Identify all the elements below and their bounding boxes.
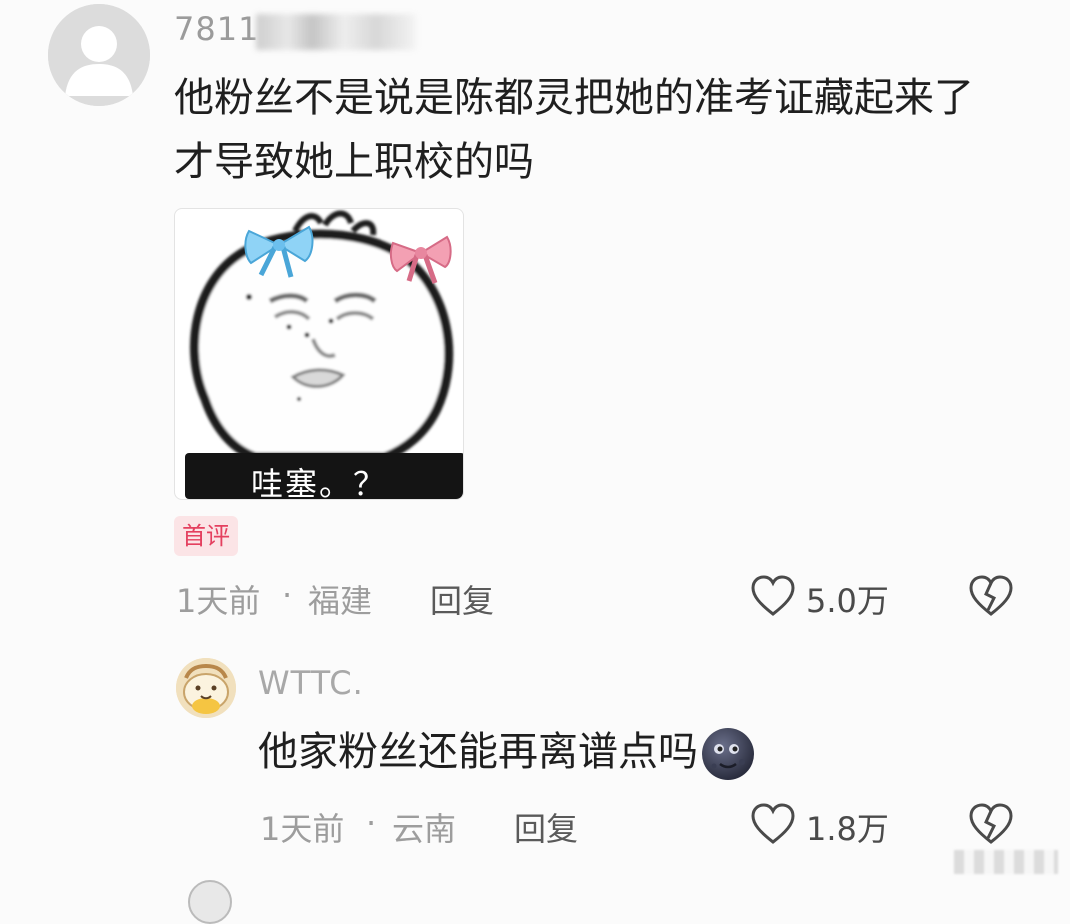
comment-text: 他家粉丝还能再离谱点吗 <box>258 722 756 782</box>
like-count: 5.0万 <box>806 582 889 620</box>
meta-separator: · <box>366 804 377 842</box>
meme-caption: 哇塞。？ <box>250 465 387 500</box>
dislike-button[interactable] <box>968 574 1014 618</box>
username-blur-mask <box>256 14 416 50</box>
meme-image[interactable]: 哇塞。？ <box>174 208 464 500</box>
comment-location: 福建 <box>308 582 373 620</box>
default-avatar-icon <box>48 4 150 106</box>
username[interactable]: WTTC. <box>258 664 364 702</box>
comment-text: 他粉丝不是说是陈都灵把她的准考证藏起来了才导致她上职校的吗 <box>174 75 974 185</box>
like-button[interactable] <box>750 802 796 846</box>
heart-outline-icon <box>751 575 795 616</box>
heart-outline-icon <box>751 803 795 844</box>
avatar[interactable] <box>48 4 150 106</box>
comment-time: 1天前 <box>176 582 261 620</box>
reply-button[interactable]: 回复 <box>430 576 494 622</box>
comment-location: 云南 <box>392 810 457 848</box>
like-count: 1.8万 <box>806 810 889 848</box>
cartoon-avatar-icon <box>176 658 236 718</box>
like-button[interactable] <box>750 574 796 618</box>
new-moon-face-icon <box>700 726 756 782</box>
broken-heart-icon <box>969 575 1013 616</box>
comment-time: 1天前 <box>260 810 345 848</box>
avatar[interactable] <box>188 880 232 924</box>
username[interactable]: 7811 <box>174 10 259 48</box>
meta-separator: · <box>282 576 293 614</box>
first-comment-badge: 首评 <box>174 516 238 556</box>
dislike-button[interactable] <box>968 802 1014 846</box>
reply-button[interactable]: 回复 <box>514 804 578 850</box>
broken-heart-icon <box>969 803 1013 844</box>
comment-text-body: 他家粉丝还能再离谱点吗 <box>258 729 698 775</box>
avatar[interactable] <box>176 658 236 718</box>
watermark <box>954 850 1058 874</box>
